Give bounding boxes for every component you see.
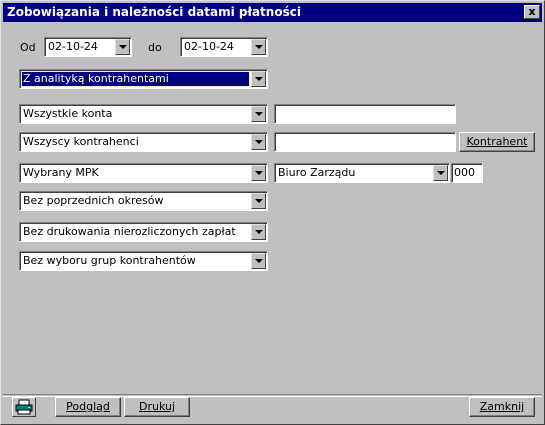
close-button-label: Zamknij: [479, 400, 525, 413]
preview-button-label: Podgląd: [66, 400, 110, 413]
title-bar[interactable]: Zobowiązania i należności datami płatnoś…: [3, 3, 542, 22]
printing-select[interactable]: Bez drukowania nierozliczonych zapłat: [19, 222, 268, 242]
mpk-unit-value: Biuro Zarządu: [278, 166, 356, 179]
date-to-label: do: [148, 41, 162, 54]
mpk-code-value: 000: [454, 166, 475, 179]
chevron-down-icon[interactable]: [251, 106, 266, 122]
printer-icon: [15, 399, 33, 415]
groups-select[interactable]: Bez wyboru grup kontrahentów: [19, 251, 268, 271]
chevron-down-icon[interactable]: [251, 134, 266, 150]
close-button[interactable]: Zamknij: [469, 397, 535, 417]
print-button-label: Drukuj: [138, 400, 176, 413]
date-from-picker[interactable]: 02-10-24: [44, 37, 132, 57]
chevron-down-icon[interactable]: [251, 253, 266, 269]
mpk-unit-select[interactable]: Biuro Zarządu: [274, 163, 450, 183]
periods-value: Bez poprzednich okresów: [23, 194, 164, 207]
analytics-select[interactable]: Z analityką kontrahentami: [19, 69, 268, 89]
contractor-button-label: Kontrahent: [466, 135, 528, 148]
date-from-value: 02-10-24: [48, 40, 98, 53]
contractor-button[interactable]: Kontrahent: [459, 132, 535, 152]
contractor-input[interactable]: [274, 132, 456, 152]
periods-select[interactable]: Bez poprzednich okresów: [19, 191, 268, 211]
chevron-down-icon[interactable]: [251, 165, 266, 181]
dialog-window: Zobowiązania i należności datami płatnoś…: [0, 0, 545, 425]
accounts-value: Wszystkie konta: [23, 107, 113, 120]
chevron-down-icon[interactable]: [251, 39, 266, 55]
preview-button[interactable]: Podgląd: [55, 397, 121, 417]
printer-button[interactable]: [12, 397, 36, 417]
print-button[interactable]: Drukuj: [124, 397, 190, 417]
contractors-value: Wszyscy kontrahenci: [23, 135, 139, 148]
mpk-code-input[interactable]: 000: [451, 163, 483, 183]
accounts-select[interactable]: Wszystkie konta: [19, 104, 268, 124]
chevron-down-icon[interactable]: [251, 193, 266, 209]
mpk-value: Wybrany MPK: [23, 166, 99, 179]
chevron-down-icon[interactable]: [433, 165, 448, 181]
contractors-select[interactable]: Wszyscy kontrahenci: [19, 132, 268, 152]
groups-value: Bez wyboru grup kontrahentów: [23, 254, 196, 267]
mpk-select[interactable]: Wybrany MPK: [19, 163, 268, 183]
accounts-input[interactable]: [274, 104, 456, 124]
date-to-picker[interactable]: 02-10-24: [180, 37, 268, 57]
analytics-value: Z analityką kontrahentami: [21, 71, 250, 87]
date-to-value: 02-10-24: [184, 40, 234, 53]
window-title: Zobowiązania i należności datami płatnoś…: [7, 5, 301, 19]
close-icon[interactable]: x: [524, 5, 540, 19]
chevron-down-icon[interactable]: [251, 71, 266, 87]
printing-value: Bez drukowania nierozliczonych zapłat: [23, 225, 236, 238]
date-from-label: Od: [20, 41, 36, 54]
chevron-down-icon[interactable]: [115, 39, 130, 55]
chevron-down-icon[interactable]: [251, 224, 266, 240]
